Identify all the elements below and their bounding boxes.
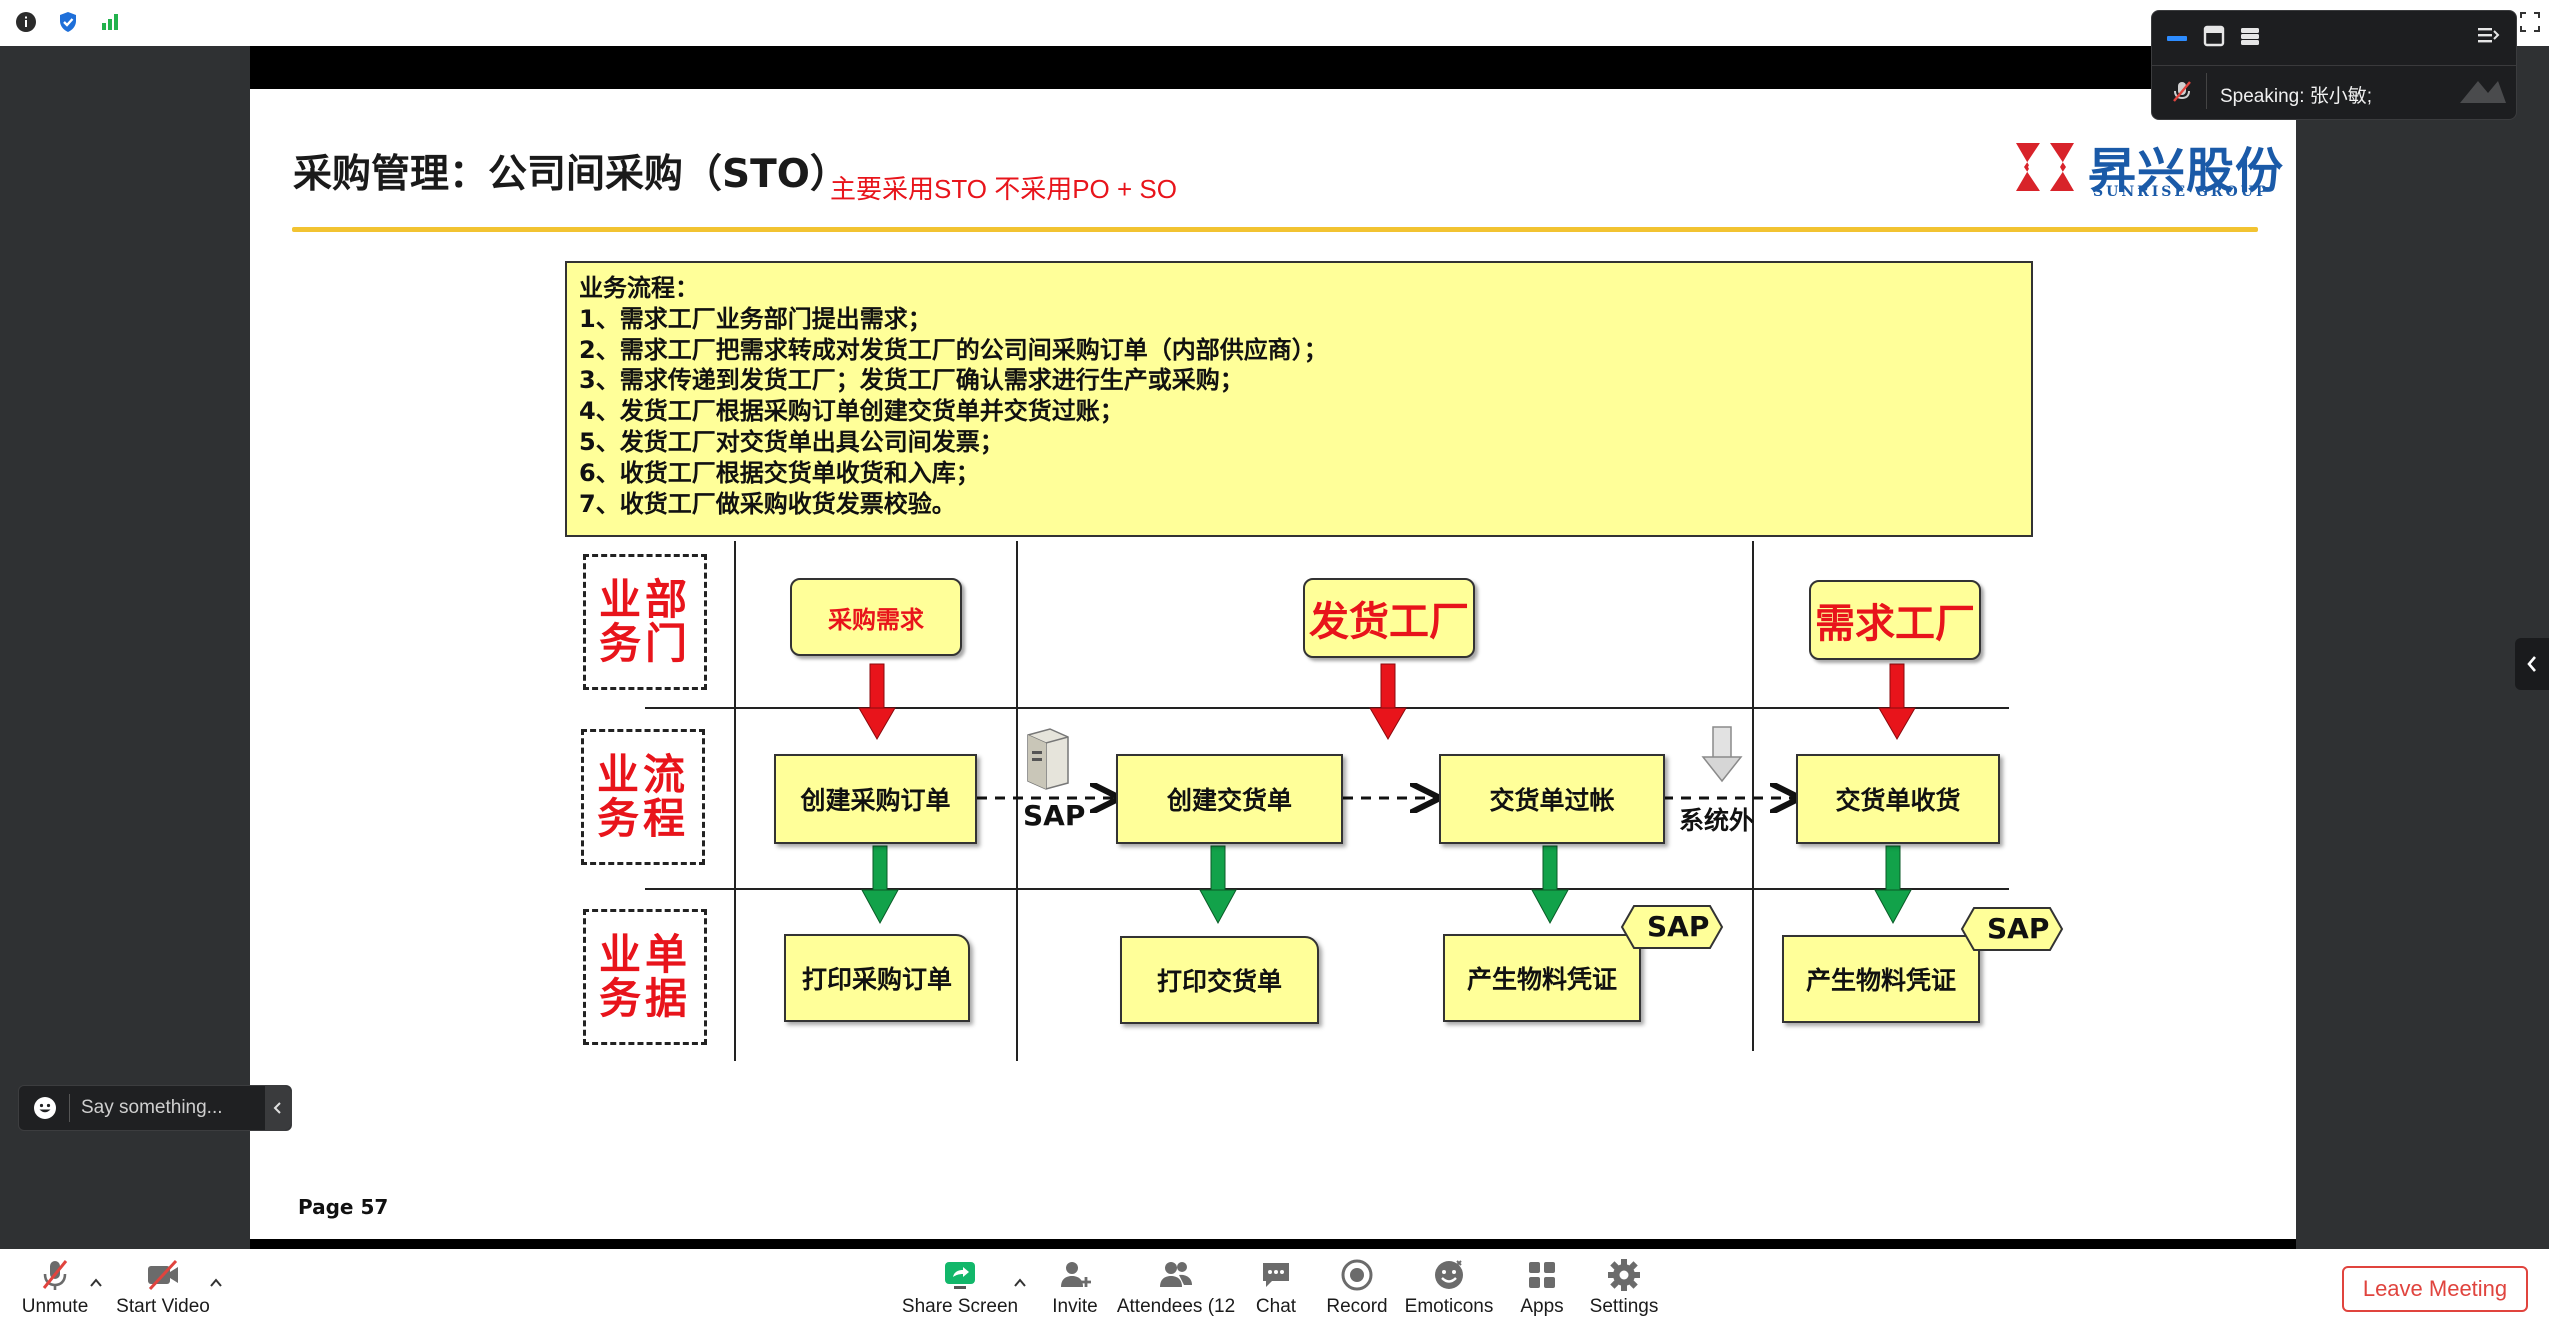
speaker-panel-toolbar bbox=[2152, 11, 2516, 66]
leave-meeting-button[interactable]: Leave Meeting bbox=[2342, 1266, 2528, 1312]
node-delivery-post: 交货单过帐 bbox=[1439, 754, 1665, 844]
speaking-indicator: Speaking: 张小敏; bbox=[2220, 86, 2373, 107]
node-material-document: 产生物料凭证 bbox=[1782, 935, 1980, 1023]
minimize-icon[interactable] bbox=[2166, 31, 2188, 45]
green-down-arrow bbox=[861, 845, 899, 925]
fullscreen-icon[interactable] bbox=[2518, 10, 2542, 34]
unmute-label: Unmute bbox=[21, 1296, 89, 1317]
node-print-po: 打印采购订单 bbox=[784, 934, 970, 1022]
start-video-label: Start Video bbox=[116, 1296, 210, 1317]
node-create-po: 创建采购订单 bbox=[774, 754, 977, 844]
chat-placeholder[interactable]: Say something... bbox=[81, 1097, 223, 1119]
record-label: Record bbox=[1326, 1296, 1388, 1317]
green-down-arrow bbox=[1199, 845, 1237, 925]
attendees-label: Attendees (12 bbox=[1116, 1296, 1236, 1317]
node-demand-plant: 需求工厂 bbox=[1809, 580, 1981, 660]
emoji-icon[interactable] bbox=[33, 1096, 57, 1120]
node-material-document: 产生物料凭证 bbox=[1443, 934, 1641, 1022]
share-screen-icon bbox=[945, 1262, 975, 1289]
emoticons-icon bbox=[1435, 1260, 1463, 1289]
gear-icon bbox=[1608, 1259, 1640, 1291]
page-number: Page 57 bbox=[298, 1195, 389, 1219]
red-down-arrow bbox=[1369, 663, 1407, 740]
emoticons-label: Emoticons bbox=[1404, 1296, 1494, 1317]
panel-menu-icon[interactable] bbox=[2476, 25, 2500, 47]
chevron-up-icon[interactable] bbox=[208, 1275, 224, 1291]
share-frame-bottom bbox=[250, 1239, 2296, 1249]
flow-arrows bbox=[858, 663, 1916, 925]
chevron-left-icon bbox=[2527, 656, 2536, 672]
signal-bars-icon[interactable] bbox=[98, 10, 122, 34]
share-screen-label: Share Screen bbox=[901, 1296, 1019, 1317]
start-video-button[interactable]: Start Video bbox=[108, 1257, 218, 1318]
attendees-button[interactable]: Attendees (12 bbox=[1116, 1257, 1236, 1318]
node-shipping-plant: 发货工厂 bbox=[1303, 578, 1475, 658]
node-delivery-receipt: 交货单收货 bbox=[1796, 754, 2000, 844]
sap-tag-label: SAP bbox=[1647, 910, 1710, 943]
sap-system-label: SAP bbox=[1023, 799, 1086, 832]
video-off-icon bbox=[148, 1259, 178, 1291]
green-down-arrow bbox=[1874, 845, 1912, 925]
sap-tag: SAP bbox=[1960, 906, 2064, 952]
meeting-toolbar: Unmute Start Video Share Screen Invite A… bbox=[0, 1249, 2549, 1329]
speaker-panel[interactable]: Speaking: 张小敏; bbox=[2151, 10, 2517, 120]
video-off-icon bbox=[2460, 81, 2506, 103]
apps-icon bbox=[1529, 1262, 1555, 1288]
chat-label: Chat bbox=[1255, 1296, 1297, 1317]
list-view-icon[interactable] bbox=[2239, 25, 2261, 47]
external-upload-icon bbox=[1701, 726, 1743, 783]
node-print-delivery: 打印交货单 bbox=[1120, 936, 1319, 1024]
sap-tag-label: SAP bbox=[1987, 912, 2050, 945]
shared-slide: 采购管理：公司间采购（STO） 主要采用STO 不采用PO + SO 昇兴股份 … bbox=[250, 89, 2296, 1239]
side-panel-toggle[interactable] bbox=[2515, 638, 2549, 690]
muted-mic-icon bbox=[42, 1260, 68, 1290]
chevron-left-icon bbox=[273, 1102, 281, 1114]
red-down-arrow bbox=[858, 663, 896, 740]
settings-label: Settings bbox=[1589, 1296, 1659, 1317]
node-create-delivery: 创建交货单 bbox=[1116, 754, 1343, 844]
shield-check-icon[interactable] bbox=[56, 10, 80, 34]
chevron-up-icon[interactable] bbox=[88, 1275, 104, 1291]
collapse-chat-button[interactable] bbox=[265, 1086, 291, 1130]
invite-icon bbox=[1061, 1262, 1091, 1287]
green-down-arrow bbox=[1531, 845, 1569, 925]
server-icon bbox=[1027, 728, 1069, 790]
settings-button[interactable]: Settings bbox=[1569, 1257, 1679, 1318]
invite-label: Invite bbox=[1052, 1296, 1098, 1317]
divider bbox=[2206, 73, 2207, 109]
share-screen-button[interactable]: Share Screen bbox=[901, 1257, 1019, 1318]
node-purchase-requirement: 采购需求 bbox=[790, 578, 962, 656]
apps-label: Apps bbox=[1520, 1296, 1564, 1317]
record-icon bbox=[1341, 1259, 1373, 1291]
share-frame-top bbox=[250, 46, 2296, 89]
muted-mic-icon bbox=[2173, 81, 2191, 102]
divider bbox=[69, 1094, 70, 1122]
window-view-icon[interactable] bbox=[2203, 25, 2225, 47]
quick-chat-input[interactable]: Say something... bbox=[18, 1085, 292, 1131]
invite-button[interactable]: Invite bbox=[1020, 1257, 1130, 1318]
red-down-arrow bbox=[1878, 663, 1916, 740]
info-icon[interactable] bbox=[14, 10, 38, 34]
sap-tag: SAP bbox=[1620, 904, 1724, 950]
chat-icon bbox=[1263, 1263, 1289, 1287]
attendees-icon bbox=[1160, 1262, 1192, 1287]
outside-system-label: 系统外 bbox=[1679, 806, 1755, 835]
